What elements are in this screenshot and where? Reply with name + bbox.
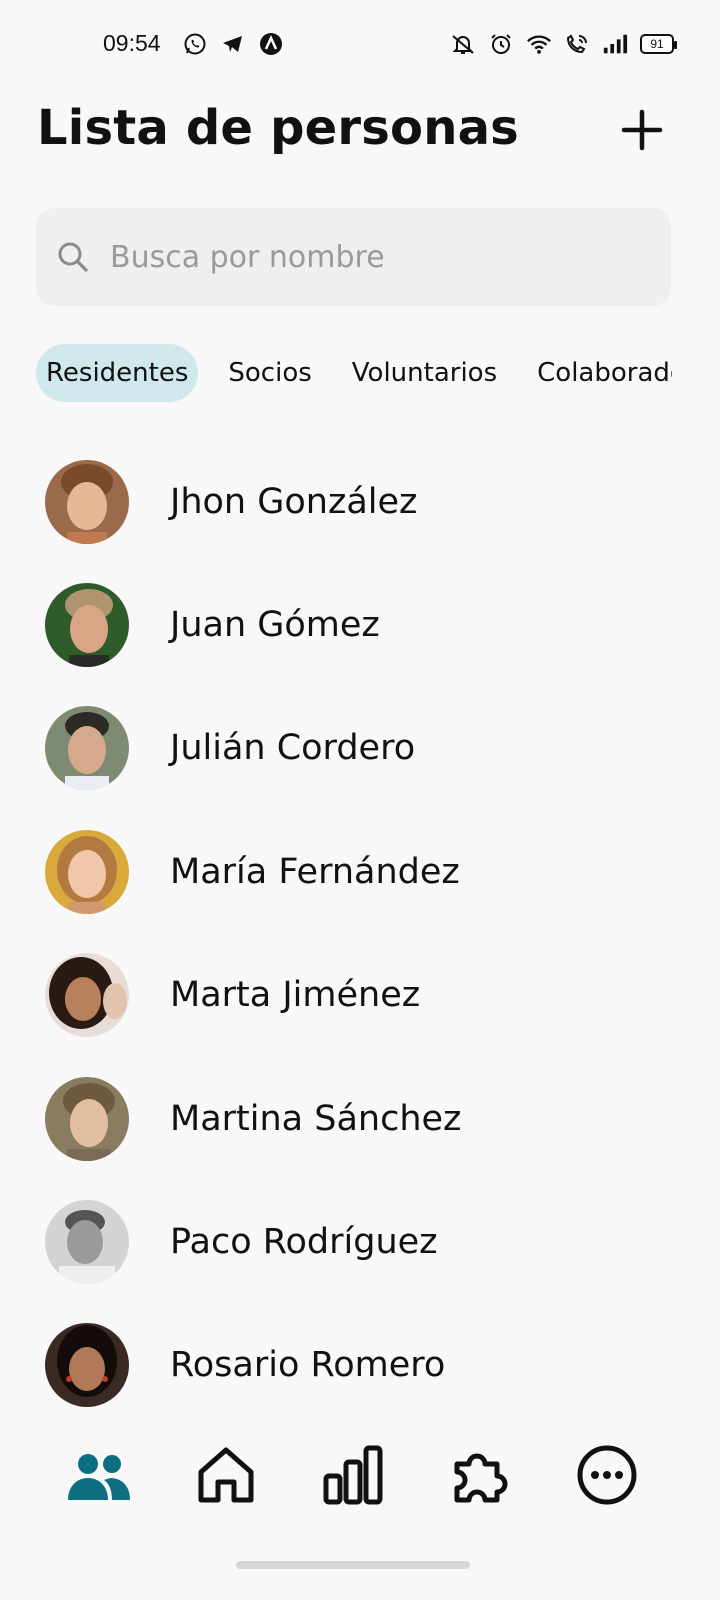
home-icon [198, 1447, 254, 1503]
nav-home[interactable] [193, 1442, 259, 1508]
nav-extensions[interactable] [447, 1442, 513, 1508]
bottom-navigation [0, 1420, 720, 1530]
status-bar: 09:54 91 [0, 0, 720, 90]
list-item[interactable]: María Fernández [0, 810, 720, 933]
list-item[interactable]: Julián Cordero [0, 687, 720, 810]
person-name: Martina Sánchez [170, 1098, 462, 1139]
app-a-icon [258, 31, 284, 57]
add-person-button[interactable] [618, 106, 666, 154]
avatar [45, 459, 129, 544]
tab-residentes[interactable]: Residentes [36, 344, 199, 402]
page-title: Lista de personas [37, 100, 519, 156]
search-bar[interactable] [36, 208, 671, 306]
list-item[interactable]: Marta Jiménez [0, 934, 720, 1057]
avatar [45, 829, 129, 914]
list-item[interactable]: Jhon González [0, 440, 720, 563]
people-list: Jhon González Juan Gómez Julián Cordero … [0, 440, 720, 1427]
avatar [45, 1076, 129, 1161]
person-name: Julián Cordero [170, 728, 416, 769]
tab-voluntarios[interactable]: Voluntarios [342, 344, 507, 402]
list-item[interactable]: Paco Rodríguez [0, 1180, 720, 1303]
avatar [45, 953, 129, 1038]
mute-icon [450, 31, 476, 57]
avatar [45, 583, 129, 668]
wifi-icon [526, 31, 552, 57]
avatar [45, 1200, 129, 1285]
avatar [45, 1323, 129, 1408]
battery-indicator: 91 [640, 34, 677, 54]
bar-chart-icon [323, 1445, 383, 1505]
people-icon [68, 1454, 130, 1500]
person-name: Paco Rodríguez [170, 1222, 438, 1263]
tab-colaboradores[interactable]: Colaboradores [527, 344, 672, 402]
search-input[interactable] [110, 239, 630, 275]
nav-stats[interactable] [320, 1442, 386, 1508]
person-name: Marta Jiménez [170, 975, 421, 1016]
more-icon [577, 1445, 637, 1505]
person-name: Juan Gómez [170, 605, 380, 646]
category-tabs: Residentes Socios Voluntarios Colaborado… [36, 344, 672, 402]
alarm-icon [488, 31, 514, 57]
wifi-call-icon [564, 31, 590, 57]
plus-icon [621, 109, 663, 151]
avatar [45, 706, 129, 791]
signal-icon [602, 31, 628, 57]
person-name: Rosario Romero [170, 1345, 446, 1386]
search-icon [56, 240, 90, 274]
puzzle-icon [454, 1453, 508, 1503]
tab-socios[interactable]: Socios [218, 344, 321, 402]
person-name: Jhon González [170, 481, 418, 522]
home-indicator[interactable] [236, 1561, 470, 1569]
person-name: María Fernández [170, 851, 460, 892]
nav-people[interactable] [66, 1442, 132, 1508]
nav-more[interactable] [574, 1442, 640, 1508]
telegram-icon [220, 31, 246, 57]
whatsapp-icon [182, 31, 208, 57]
list-item[interactable]: Rosario Romero [0, 1304, 720, 1427]
status-time: 09:54 [103, 30, 161, 56]
list-item[interactable]: Martina Sánchez [0, 1057, 720, 1180]
list-item[interactable]: Juan Gómez [0, 563, 720, 686]
